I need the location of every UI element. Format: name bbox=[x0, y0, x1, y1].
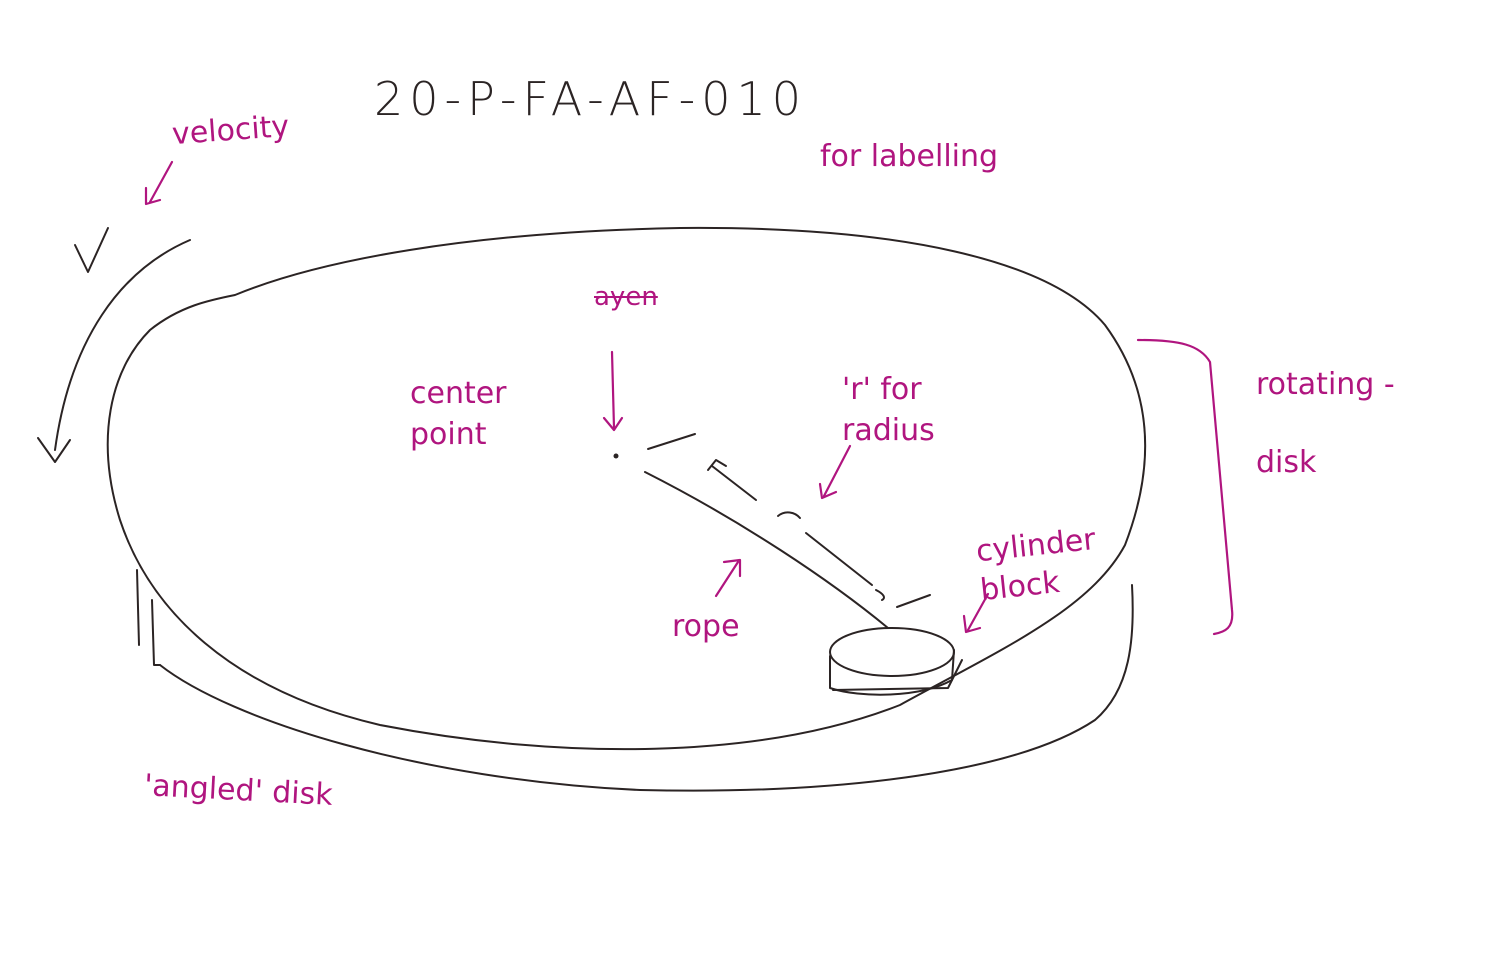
velocity-pointer-arrow bbox=[148, 160, 174, 204]
whiteboard-sketch: { "title_code": "20-P-FA-AF-010", "label… bbox=[0, 0, 1486, 967]
cylinder-block-label: cylinder block bbox=[974, 521, 1098, 609]
radius-tick-bottom bbox=[896, 594, 931, 608]
struck-out-word: ayen bbox=[594, 282, 658, 312]
rotating-disk-label: rotating - disk bbox=[1256, 367, 1395, 480]
rope-label: rope bbox=[672, 609, 740, 644]
velocity-label: velocity bbox=[170, 108, 291, 153]
ayen-arrow bbox=[610, 350, 616, 430]
radius-label: 'r' for radius bbox=[842, 372, 935, 448]
cylinder-top bbox=[829, 627, 955, 677]
center-point-dot bbox=[613, 453, 619, 459]
velocity-tick bbox=[74, 227, 109, 273]
disk-rim-left-edge-2 bbox=[151, 599, 161, 666]
rope-pointer-arrow bbox=[714, 560, 740, 598]
disk-rim-left-edge bbox=[136, 569, 140, 646]
rotation-arc bbox=[54, 239, 191, 451]
radius-arrow-line-3 bbox=[805, 532, 873, 586]
radius-tick-top bbox=[647, 433, 696, 450]
for-labelling-label: for labelling bbox=[820, 139, 999, 174]
radius-arrow-line-2 bbox=[777, 511, 801, 519]
center-point-label: center point bbox=[410, 376, 507, 452]
disk-rim-outline bbox=[159, 584, 1134, 792]
radius-pointer-arrow bbox=[822, 444, 852, 498]
radius-arrowhead bbox=[707, 459, 727, 471]
part-code: 20-P-FA-AF-010 bbox=[374, 72, 808, 126]
radius-arrow-line-1 bbox=[711, 465, 757, 501]
rotating-disk-bracket bbox=[1136, 338, 1234, 636]
rope-line bbox=[644, 471, 889, 629]
radius-arrow-end bbox=[875, 589, 885, 601]
